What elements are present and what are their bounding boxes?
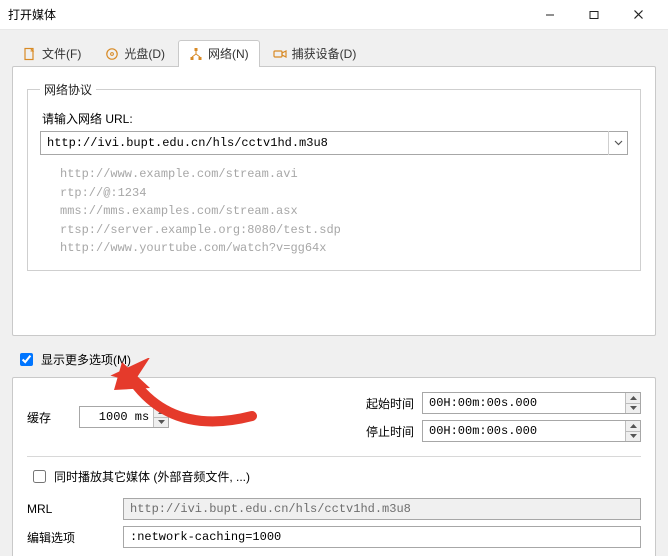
tabs: 文件(F) 光盘(D) 网络(N) 捕获设备(D): [12, 38, 656, 66]
url-dropdown-button[interactable]: [608, 131, 628, 155]
tab-capture-label: 捕获设备(D): [292, 45, 357, 62]
edit-options-label: 编辑选项: [27, 529, 113, 546]
stop-time-down[interactable]: [625, 432, 640, 442]
example-line: rtsp://server.example.org:8080/test.sdp: [60, 221, 628, 240]
titlebar: 打开媒体: [0, 0, 668, 30]
mrl-label: MRL: [27, 502, 113, 516]
cache-step-down[interactable]: [153, 418, 168, 428]
tab-network[interactable]: 网络(N): [178, 40, 260, 67]
tab-network-label: 网络(N): [208, 45, 249, 62]
close-button[interactable]: [616, 0, 660, 30]
cache-label: 缓存: [27, 409, 51, 426]
tab-capture[interactable]: 捕获设备(D): [262, 40, 368, 67]
network-panel: 网络协议 请输入网络 URL: http://www.example.com/s…: [12, 66, 656, 336]
group-title: 网络协议: [40, 81, 96, 98]
mrl-input[interactable]: [123, 498, 641, 520]
window-title: 打开媒体: [8, 6, 56, 23]
stop-time-up[interactable]: [625, 421, 640, 432]
example-line: mms://mms.examples.com/stream.asx: [60, 202, 628, 221]
edit-options-input[interactable]: [123, 526, 641, 548]
show-more-row: 显示更多选项(M): [16, 350, 656, 369]
url-examples: http://www.example.com/stream.avi rtp://…: [60, 165, 628, 258]
play-another-label: 同时播放其它媒体 (外部音频文件, ...): [54, 468, 250, 485]
minimize-button[interactable]: [528, 0, 572, 30]
start-time-up[interactable]: [625, 393, 640, 404]
tab-file-label: 文件(F): [42, 45, 81, 62]
start-time-label: 起始时间: [334, 395, 414, 412]
more-options-panel: 缓存 起始时间: [12, 377, 656, 556]
network-icon: [189, 47, 203, 61]
file-icon: [23, 47, 37, 61]
stop-time-input[interactable]: [422, 420, 641, 442]
tab-file[interactable]: 文件(F): [12, 40, 92, 67]
show-more-label: 显示更多选项(M): [41, 351, 131, 368]
start-time-input[interactable]: [422, 392, 641, 414]
tab-disc-label: 光盘(D): [124, 45, 165, 62]
example-line: http://www.example.com/stream.avi: [60, 165, 628, 184]
cache-step-up[interactable]: [153, 407, 168, 418]
separator: [27, 456, 641, 457]
disc-icon: [105, 47, 119, 61]
play-another-checkbox[interactable]: [33, 470, 46, 483]
tab-disc[interactable]: 光盘(D): [94, 40, 176, 67]
network-protocol-group: 网络协议 请输入网络 URL: http://www.example.com/s…: [27, 81, 641, 271]
url-label: 请输入网络 URL:: [42, 110, 628, 127]
example-line: http://www.yourtube.com/watch?v=gg64x: [60, 239, 628, 258]
url-input[interactable]: [40, 131, 628, 155]
capture-icon: [273, 47, 287, 61]
example-line: rtp://@:1234: [60, 184, 628, 203]
start-time-down[interactable]: [625, 404, 640, 414]
show-more-checkbox[interactable]: [20, 353, 33, 366]
stop-time-label: 停止时间: [334, 423, 414, 440]
chevron-down-icon: [614, 140, 623, 146]
maximize-button[interactable]: [572, 0, 616, 30]
